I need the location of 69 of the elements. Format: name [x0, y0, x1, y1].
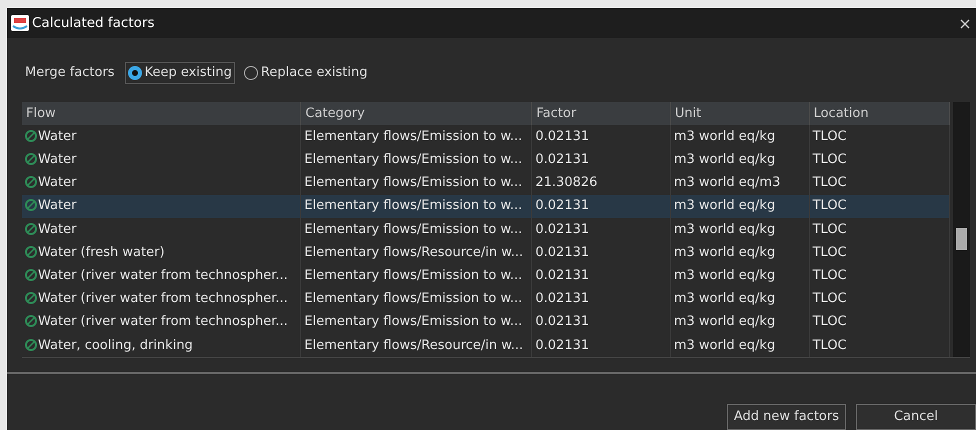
flow-icon	[25, 268, 37, 281]
table-cell: Elementary flows/Emission to w...	[300, 310, 532, 334]
flow-icon	[25, 338, 37, 351]
flow-icon	[25, 152, 37, 165]
radio-option[interactable]: Replace existing	[240, 62, 370, 84]
table-cell: TLOC	[809, 124, 950, 148]
table-cell: Water, cooling, drinking	[22, 334, 301, 357]
table-cell: 0.02131	[532, 334, 670, 357]
table-cell: Elementary flows/Emission to w...	[300, 194, 532, 218]
table-cell: TLOC	[809, 194, 950, 218]
table-cell: TLOC	[809, 240, 950, 264]
column-header[interactable]: Category	[300, 102, 532, 125]
table-cell: TLOC	[809, 287, 950, 311]
scrollbar[interactable]	[953, 102, 970, 357]
flow-icon	[25, 176, 37, 188]
flow-icon	[25, 199, 37, 212]
table-cell: m3 world eq/kg	[670, 124, 810, 148]
table-cell: 0.02131	[532, 240, 670, 264]
flow-icon	[25, 130, 37, 142]
dialog-button[interactable]: Cancel	[856, 404, 976, 430]
table-cell: m3 world eq/kg	[670, 287, 810, 311]
radio-option[interactable]: Keep existing	[124, 62, 235, 84]
table-cell: Elementary flows/Emission to w...	[300, 287, 532, 311]
table-cell: 0.02131	[532, 218, 670, 241]
table-cell: 0.02131	[532, 194, 670, 218]
app-logo-icon	[11, 15, 29, 31]
column-header[interactable]: Location	[809, 102, 950, 125]
flow-icon	[25, 246, 37, 258]
table-cell: Water (river water from technospher...	[22, 287, 301, 311]
table-cell: TLOC	[809, 310, 950, 334]
table-cell: TLOC	[809, 334, 950, 357]
table-cell: Water (river water from technospher...	[22, 264, 301, 288]
column-header[interactable]: Factor	[532, 102, 670, 125]
column-header[interactable]: Unit	[670, 102, 810, 125]
table-cell: m3 world eq/kg	[670, 334, 810, 357]
table-cell: Water	[22, 194, 301, 218]
table-cell: Water	[22, 124, 301, 148]
table-cell: 0.02131	[532, 310, 670, 334]
flow-icon	[25, 292, 37, 304]
table-cell: 0.02131	[532, 124, 670, 148]
table-cell: Water	[22, 148, 301, 172]
window-title: Calculated factors	[32, 14, 154, 33]
table-cell: Water (fresh water)	[22, 240, 301, 264]
table-cell: m3 world eq/kg	[670, 240, 810, 264]
table-cell: Elementary flows/Resource/in w...	[300, 240, 532, 264]
table-cell: Elementary flows/Emission to w...	[300, 124, 532, 148]
table-cell: m3 world eq/kg	[670, 264, 810, 288]
table-cell: Elementary flows/Emission to w...	[300, 264, 532, 288]
table-cell: Elementary flows/Emission to w...	[300, 218, 532, 241]
table-cell: TLOC	[809, 264, 950, 288]
table-cell: m3 world eq/kg	[670, 148, 810, 172]
table-cell: TLOC	[809, 218, 950, 241]
table-cell: m3 world eq/kg	[670, 194, 810, 218]
table-cell: 0.02131	[532, 287, 670, 311]
column-header[interactable]: Flow	[22, 102, 301, 125]
flow-icon	[25, 222, 37, 235]
table-cell: TLOC	[809, 148, 950, 172]
table-cell: 0.02131	[532, 148, 670, 172]
table-cell: m3 world eq/kg	[670, 310, 810, 334]
merge-label: Merge factors	[25, 64, 115, 82]
table-cell: Water (river water from technospher...	[22, 310, 301, 334]
table-cell: Elementary flows/Emission to w...	[300, 148, 532, 172]
dialog-button[interactable]: Add new factors	[726, 404, 846, 430]
table-cell: Water	[22, 218, 301, 241]
flow-icon	[25, 315, 37, 328]
table-cell: m3 world eq/kg	[670, 218, 810, 241]
table-cell: Elementary flows/Resource/in w...	[300, 334, 532, 357]
close-icon	[960, 18, 970, 29]
table-cell: 0.02131	[532, 264, 670, 288]
